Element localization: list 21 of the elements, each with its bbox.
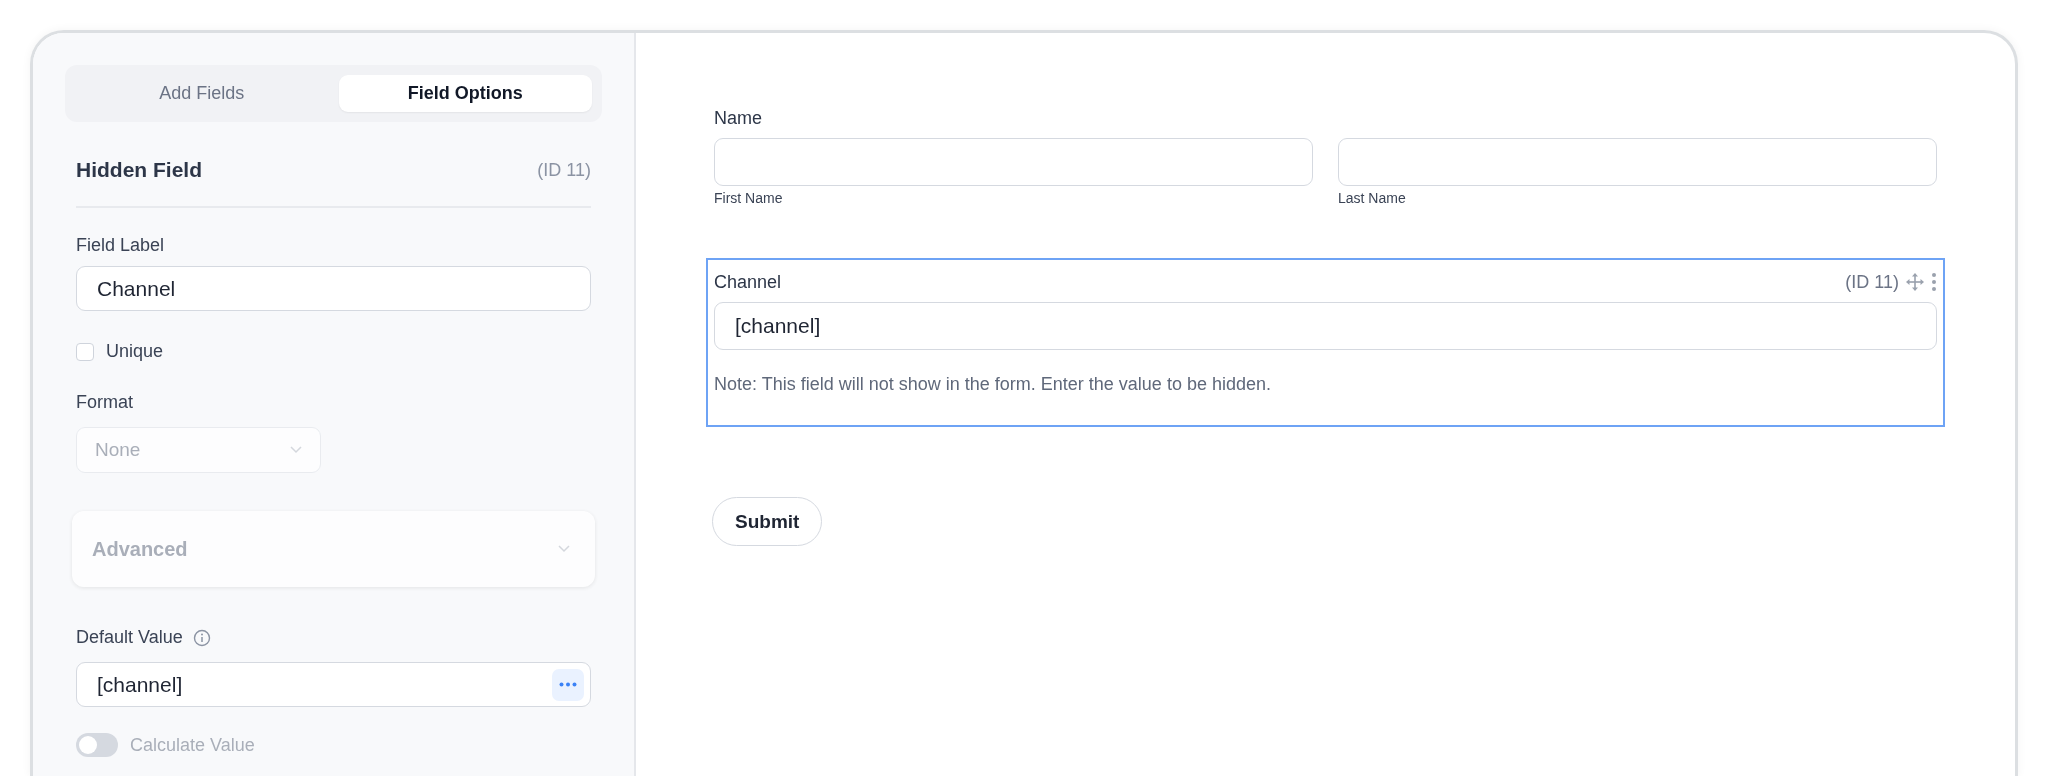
toggle-label: Calculate Value [130, 734, 255, 756]
selected-form-field[interactable]: Channel (ID 11) [channel] Note: This field will not show in the form. Enter the value to be hidden. [706, 258, 1945, 427]
sub-label: First Name [714, 190, 783, 206]
field-id: (ID 11) [1845, 271, 1899, 293]
label-input-field[interactable]: Channel [76, 266, 591, 311]
field-label: Default Value [76, 627, 183, 648]
hidden-value-input-field[interactable]: [channel] [714, 302, 1937, 350]
field-type-title: Hidden Field [76, 158, 202, 182]
field-label: Channel [714, 271, 782, 293]
tab[interactable]: Add Fields [75, 75, 329, 112]
tab[interactable]: Field Options [338, 75, 592, 112]
checkbox-label: Unique [106, 341, 164, 362]
field-id: (ID 11) [537, 159, 591, 181]
submit-button[interactable]: Submit [712, 497, 823, 546]
field-label: Format [76, 392, 133, 413]
field-label: Name [714, 107, 762, 129]
field-label: Field Label [76, 235, 165, 256]
sub-label: Last Name [1338, 190, 1406, 206]
default-value-input-field[interactable]: [channel] [76, 662, 591, 707]
field-note: Note: This field will not show in the form. Enter the value to be hidden. [714, 374, 1272, 395]
form-field[interactable]: Name First Name Last Name [706, 94, 1945, 218]
